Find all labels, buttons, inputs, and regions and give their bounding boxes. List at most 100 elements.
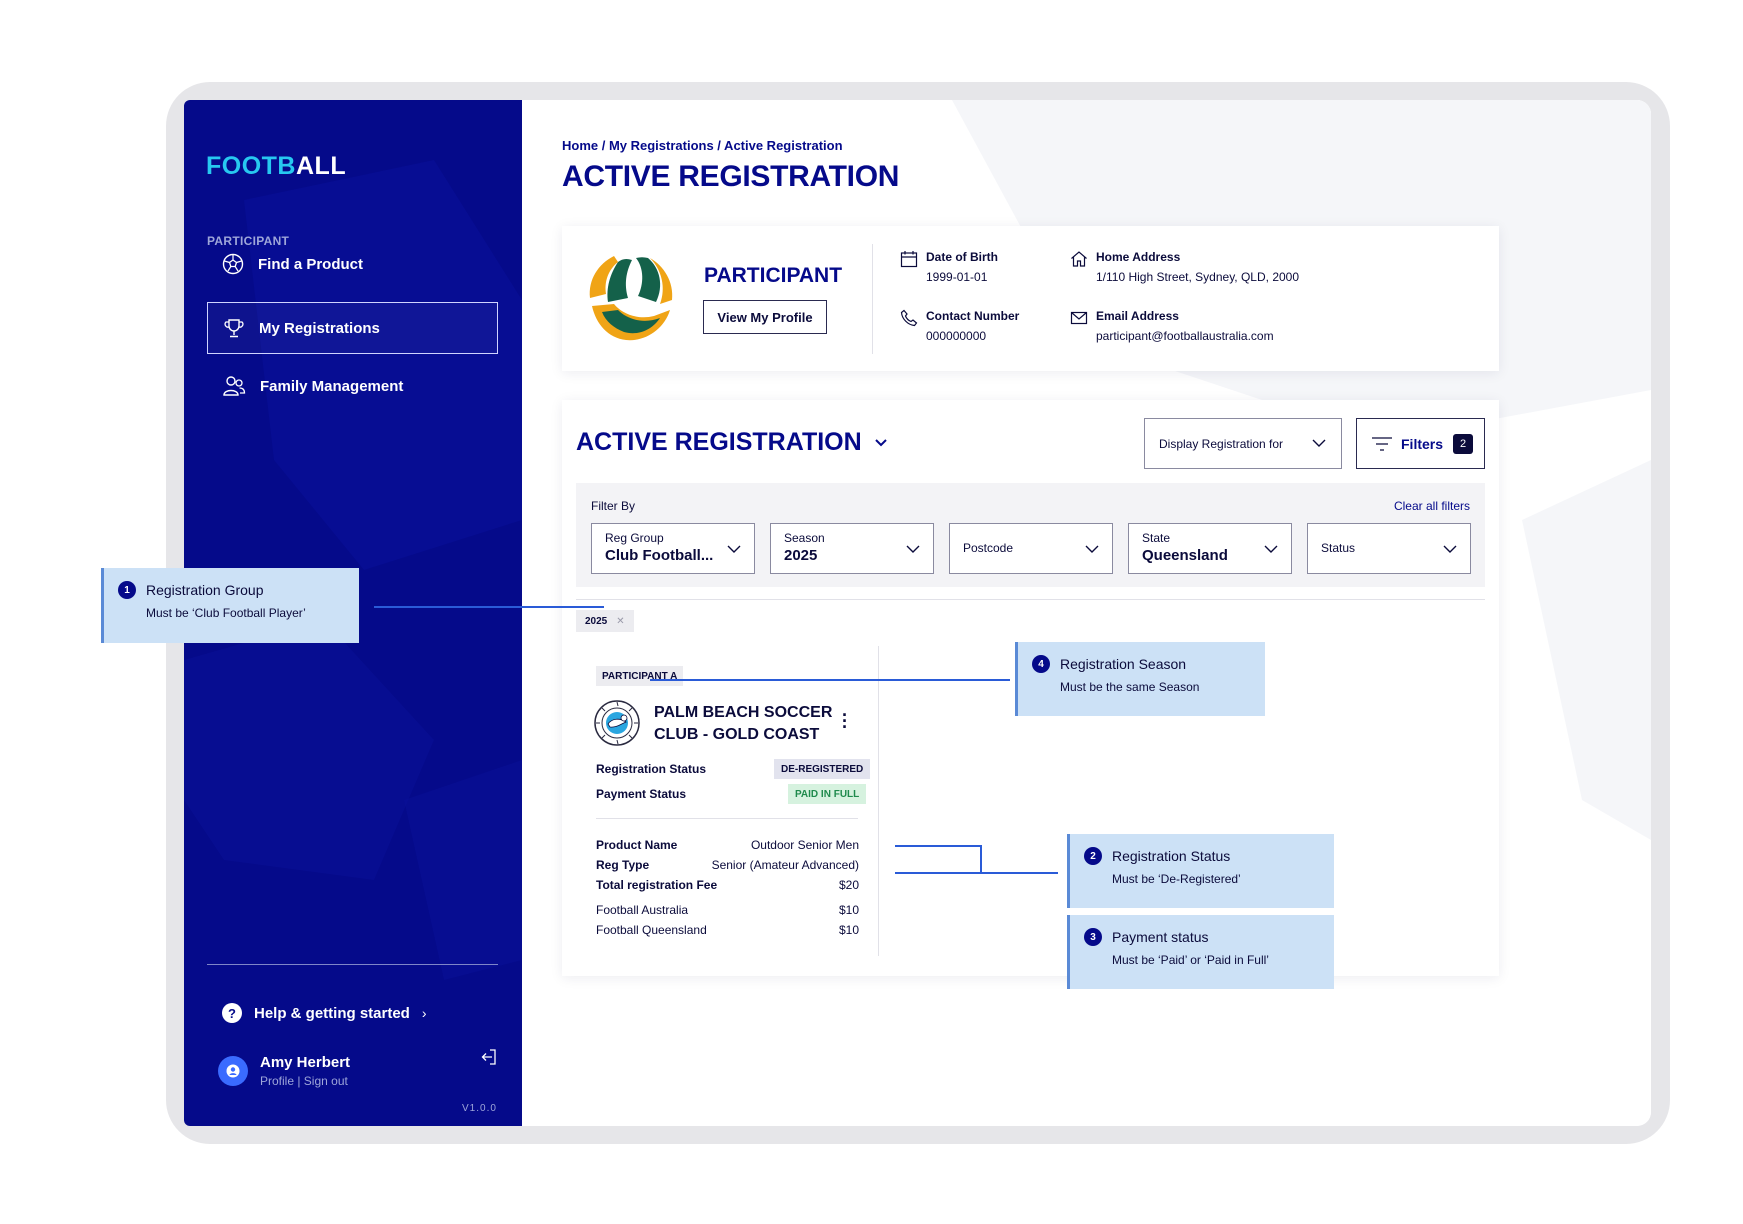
trophy-icon <box>224 319 244 338</box>
logo-text: ALL <box>296 152 347 180</box>
connector-line <box>895 872 1058 874</box>
filter-by-label: Filter By <box>591 499 636 513</box>
view-profile-button[interactable]: View My Profile <box>703 300 827 334</box>
user-name: Amy Herbert <box>260 1054 351 1071</box>
chevron-down-icon <box>1085 545 1099 553</box>
callout-registration-group: 1 Registration Group Must be ‘Club Footb… <box>101 568 359 643</box>
callout-title: Registration Season <box>1060 656 1187 672</box>
email-value: participant@footballaustralia.com <box>1096 329 1274 343</box>
product-name-label: Product Name <box>596 838 678 852</box>
filters-label: Filters <box>1401 435 1444 452</box>
fee-label: Football Australia <box>596 903 689 917</box>
participant-profile-card: PARTICIPANT View My Profile Date of Birt… <box>562 226 1499 371</box>
callout-subtitle: Must be ‘Paid’ or ‘Paid in Full’ <box>1112 953 1269 967</box>
football-australia-logo <box>589 256 673 341</box>
season-dropdown[interactable]: Season 2025 <box>770 523 934 574</box>
status-dropdown[interactable]: Status <box>1307 523 1471 574</box>
chip-label: 2025 <box>585 615 608 627</box>
details-divider <box>596 818 858 819</box>
dob-value: 1999-01-01 <box>926 270 988 284</box>
close-icon[interactable]: ✕ <box>616 616 624 627</box>
clear-all-filters-link[interactable]: Clear all filters <box>1394 499 1470 513</box>
dob-info: Date of Birth 1999-01-01 <box>900 250 998 284</box>
help-link[interactable]: ? Help & getting started › <box>222 1003 427 1023</box>
callout-number: 4 <box>1032 655 1050 673</box>
display-dropdown-label: Display Registration for <box>1159 436 1284 451</box>
user-icon <box>226 1064 240 1078</box>
callout-title: Payment status <box>1112 929 1209 945</box>
sidebar-item-find-product[interactable]: Find a Product <box>207 238 498 290</box>
total-fee-value: $20 <box>838 878 859 892</box>
filters-button[interactable]: Filters 2 <box>1356 418 1485 469</box>
reg-group-dropdown[interactable]: Reg Group Club Football... <box>591 523 755 574</box>
reg-type-label: Reg Type <box>596 858 650 872</box>
logo-text-accent: FOOTB <box>206 152 296 180</box>
home-icon <box>1071 251 1087 267</box>
connector-line <box>374 606 604 608</box>
address-value: 1/110 High Street, Sydney, QLD, 2000 <box>1096 270 1300 284</box>
display-registration-dropdown[interactable]: Display Registration for <box>1144 418 1342 469</box>
chevron-down-icon <box>1443 545 1457 553</box>
callout-number: 2 <box>1084 847 1102 865</box>
section-divider <box>576 599 1485 600</box>
chevron-down-icon <box>874 438 887 446</box>
app-screen: FOOTBALL PARTICIPANT Find a Product My R… <box>184 100 1651 1126</box>
chevron-right-icon: › <box>421 1005 427 1021</box>
participant-title: PARTICIPANT <box>704 264 843 287</box>
chevron-down-icon <box>1264 545 1278 553</box>
phone-icon <box>900 309 918 327</box>
registration-section-title[interactable]: ACTIVE REGISTRATION <box>576 428 888 457</box>
chevron-down-icon <box>1312 439 1326 447</box>
callout-registration-season: 4 Registration Season Must be the same S… <box>1015 642 1265 716</box>
filter-icon <box>1372 436 1392 451</box>
participant-tag: PARTICIPANT A <box>596 666 684 686</box>
postcode-dropdown[interactable]: Postcode <box>949 523 1113 574</box>
connector-line <box>895 845 980 847</box>
soccer-ball-icon <box>222 253 244 275</box>
registration-title-text: ACTIVE REGISTRATION <box>576 428 862 456</box>
sidebar-item-label: My Registrations <box>259 319 380 337</box>
fee-label: Football Queensland <box>596 923 707 937</box>
registration-status-label: Registration Status <box>596 762 707 776</box>
callout-number: 3 <box>1084 928 1102 946</box>
dob-label: Date of Birth <box>926 250 998 264</box>
email-label: Email Address <box>1096 309 1179 323</box>
more-options-icon[interactable]: · · · <box>842 706 848 736</box>
column-divider <box>878 646 879 956</box>
card-divider <box>872 244 873 354</box>
connector-line <box>980 845 982 873</box>
sign-out-icon[interactable] <box>480 1048 498 1066</box>
sidebar-divider <box>207 964 498 965</box>
app-version: V1.0.0 <box>462 1103 497 1114</box>
club-name: PALM BEACH SOCCER CLUB - GOLD COAST <box>654 704 833 743</box>
callout-title: Registration Group <box>146 582 264 598</box>
sidebar-item-family-management[interactable]: Family Management <box>207 360 498 412</box>
callout-number: 1 <box>118 581 136 599</box>
fee-value: $10 <box>838 923 859 937</box>
breadcrumb[interactable]: Home / My Registrations / Active Registr… <box>562 138 843 153</box>
connector-line <box>650 679 1010 681</box>
payment-status-label: Payment Status <box>596 787 687 801</box>
page-title: ACTIVE REGISTRATION <box>562 160 900 193</box>
callout-subtitle: Must be ‘De-Registered’ <box>1112 872 1241 886</box>
season-filter-chip[interactable]: 2025 ✕ <box>576 610 634 632</box>
chevron-down-icon <box>906 545 920 553</box>
callout-subtitle: Must be ‘Club Football Player’ <box>146 606 306 620</box>
callout-payment-status: 3 Payment status Must be ‘Paid’ or ‘Paid… <box>1067 915 1334 989</box>
app-logo[interactable]: FOOTBALL <box>206 152 346 181</box>
callout-title: Registration Status <box>1112 848 1231 864</box>
mail-icon <box>1070 311 1088 325</box>
calendar-icon <box>900 251 918 268</box>
callout-subtitle: Must be the same Season <box>1060 680 1200 694</box>
avatar <box>218 1056 248 1086</box>
question-icon: ? <box>222 1003 242 1023</box>
address-label: Home Address <box>1096 250 1181 264</box>
filter-panel: Filter By Clear all filters Reg Group Cl… <box>576 483 1485 587</box>
user-links[interactable]: Profile | Sign out <box>260 1074 350 1088</box>
user-profile[interactable]: Amy Herbert Profile | Sign out <box>218 1054 350 1088</box>
chevron-down-icon <box>727 545 741 553</box>
registration-status-badge: DE-REGISTERED <box>774 759 871 779</box>
state-dropdown[interactable]: State Queensland <box>1128 523 1292 574</box>
sidebar-item-my-registrations[interactable]: My Registrations <box>207 302 498 354</box>
payment-status-badge: PAID IN FULL <box>788 784 867 804</box>
